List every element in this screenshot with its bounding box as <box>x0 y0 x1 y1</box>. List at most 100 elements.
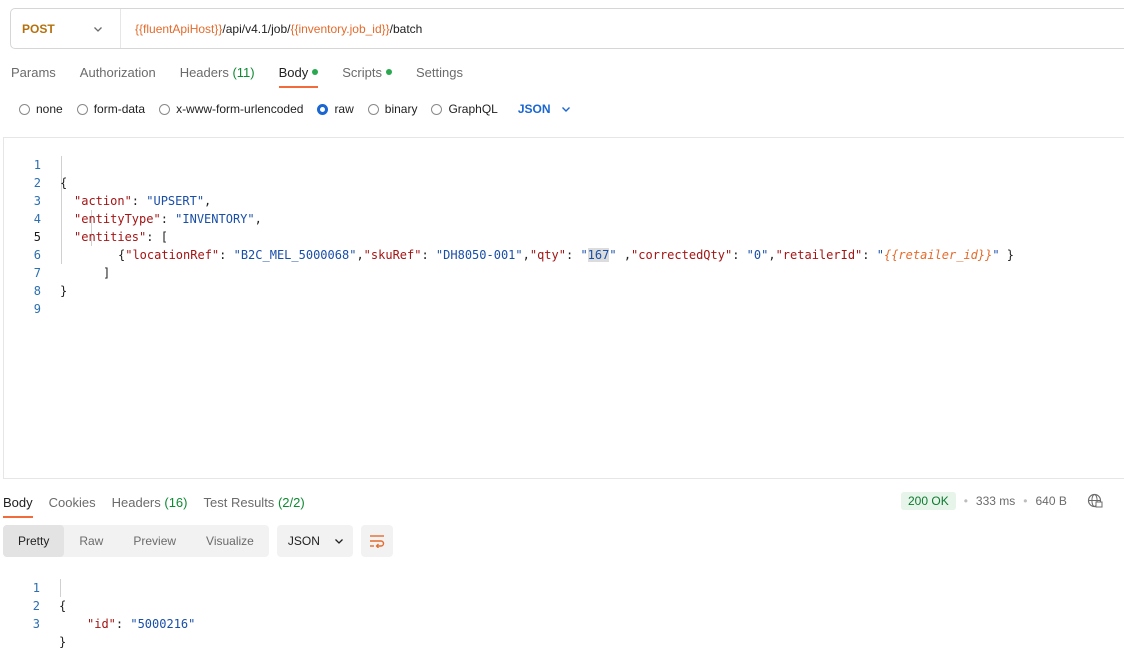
tab-headers-label: Headers <box>180 65 229 80</box>
radio-urlencoded[interactable]: x-www-form-urlencoded <box>159 102 303 116</box>
code-line: 8 <box>4 264 33 282</box>
body-type-options: none form-data x-www-form-urlencoded raw… <box>19 99 571 119</box>
body-indicator-dot <box>312 69 318 75</box>
radio-binary-label: binary <box>385 102 418 116</box>
quote: " <box>609 248 616 262</box>
code-text: ] <box>103 264 110 282</box>
request-body-editor[interactable]: 1 { 2 "action": "UPSERT", 3 "entityType"… <box>3 137 1124 479</box>
response-time[interactable]: 333 ms <box>976 494 1015 508</box>
language-label: JSON <box>518 102 551 116</box>
json-key: "retailerId" <box>776 248 863 262</box>
radio-graphql-label: GraphQL <box>448 102 497 116</box>
code-text: {"locationRef": "B2C_MEL_5000068","skuRe… <box>118 246 1014 264</box>
view-mode-selector: Pretty Raw Preview Visualize <box>3 525 269 557</box>
url-variable-host: {{fluentApiHost}} <box>135 22 222 36</box>
code-text: } <box>60 282 67 300</box>
separator-dot: • <box>1023 494 1027 508</box>
response-tab-headers[interactable]: Headers (16) <box>112 488 188 518</box>
response-tab-cookies[interactable]: Cookies <box>49 488 96 518</box>
tab-authorization[interactable]: Authorization <box>80 58 156 88</box>
radio-circle <box>77 104 88 115</box>
response-status: 200 OK • 333 ms • 640 B <box>901 491 1103 511</box>
json-key: "id" <box>87 617 116 631</box>
response-body-viewer[interactable]: 1 { 2 "id": "5000216" 3 } <box>3 561 603 621</box>
radio-form-data[interactable]: form-data <box>77 102 145 116</box>
code-text: "id": "5000216" <box>87 615 195 633</box>
code-text: } <box>59 633 66 651</box>
tab-settings[interactable]: Settings <box>416 58 463 88</box>
view-pretty[interactable]: Pretty <box>3 525 64 557</box>
url-path-batch: /batch <box>390 22 423 36</box>
quote: " <box>992 248 999 262</box>
headers-count: (11) <box>232 65 254 80</box>
tab-headers[interactable]: Headers (11) <box>180 58 255 88</box>
json-value: "UPSERT" <box>146 194 204 208</box>
radio-raw[interactable]: raw <box>317 102 353 116</box>
chevron-down-icon <box>93 24 103 34</box>
code-punct: : [ <box>146 230 168 244</box>
method-selector[interactable]: POST <box>11 9 121 48</box>
chevron-down-icon <box>561 104 571 114</box>
json-key: "locationRef" <box>125 248 219 262</box>
code-line: 6 ] <box>4 228 33 246</box>
radio-graphql[interactable]: GraphQL <box>431 102 497 116</box>
url-input[interactable]: {{fluentApiHost}}/api/v4.1/job/{{invento… <box>121 22 422 36</box>
indent-guide <box>61 156 62 264</box>
selected-text: 167 <box>588 248 610 262</box>
quote: " <box>580 248 587 262</box>
code-text: { <box>59 597 66 615</box>
url-variable-job-id: {{inventory.job_id}} <box>290 22 389 36</box>
network-globe-icon[interactable] <box>1087 493 1103 509</box>
separator-dot: • <box>964 494 968 508</box>
json-key: "skuRef" <box>364 248 422 262</box>
radio-none[interactable]: none <box>19 102 63 116</box>
json-key: "correctedQty" <box>631 248 732 262</box>
json-value: "5000216" <box>130 617 195 631</box>
response-tab-tests[interactable]: Test Results (2/2) <box>204 488 305 518</box>
code-text: { <box>60 174 67 192</box>
code-line: 1 { <box>4 138 33 156</box>
json-key: "entityType" <box>74 212 161 226</box>
radio-none-label: none <box>36 102 63 116</box>
line-number: 3 <box>3 615 40 633</box>
view-preview[interactable]: Preview <box>118 525 191 557</box>
language-selector[interactable]: JSON <box>518 102 571 116</box>
response-format-selector[interactable]: JSON <box>277 525 353 557</box>
request-tabs: Params Authorization Headers (11) Body S… <box>11 58 487 88</box>
json-key: "action" <box>74 194 132 208</box>
status-badge[interactable]: 200 OK <box>901 492 956 510</box>
code-line: 9 <box>4 282 33 300</box>
response-headers-count: (16) <box>164 495 187 510</box>
wrap-lines-button[interactable] <box>361 525 393 557</box>
radio-circle <box>368 104 379 115</box>
view-visualize[interactable]: Visualize <box>191 525 269 557</box>
radio-raw-label: raw <box>334 102 353 116</box>
json-value: "INVENTORY" <box>175 212 254 226</box>
view-raw[interactable]: Raw <box>64 525 118 557</box>
tab-body[interactable]: Body <box>279 58 319 88</box>
quote: " <box>877 248 884 262</box>
line-number: 9 <box>4 300 41 318</box>
tab-scripts[interactable]: Scripts <box>342 58 392 88</box>
chevron-down-icon <box>334 536 344 546</box>
radio-binary[interactable]: binary <box>368 102 418 116</box>
code-punct: } <box>1000 248 1014 262</box>
response-tabs: Body Cookies Headers (16) Test Results (… <box>3 488 321 518</box>
tab-body-label: Body <box>279 65 309 80</box>
wrap-lines-icon <box>369 534 385 548</box>
radio-urlencoded-label: x-www-form-urlencoded <box>176 102 303 116</box>
response-size[interactable]: 640 B <box>1035 494 1066 508</box>
method-label: POST <box>22 22 55 36</box>
code-text: "entities": [ <box>74 228 168 246</box>
response-tab-body[interactable]: Body <box>3 488 33 518</box>
radio-circle <box>431 104 442 115</box>
tab-scripts-label: Scripts <box>342 65 382 80</box>
tab-params[interactable]: Params <box>11 58 56 88</box>
radio-circle <box>159 104 170 115</box>
code-line: 3 "entityType": "INVENTORY", <box>4 174 33 192</box>
radio-circle <box>19 104 30 115</box>
radio-circle-checked <box>317 104 328 115</box>
response-view-toolbar: Pretty Raw Preview Visualize JSON <box>3 525 393 557</box>
json-key: "qty" <box>530 248 566 262</box>
template-variable: {{retailer_id}} <box>884 248 992 262</box>
